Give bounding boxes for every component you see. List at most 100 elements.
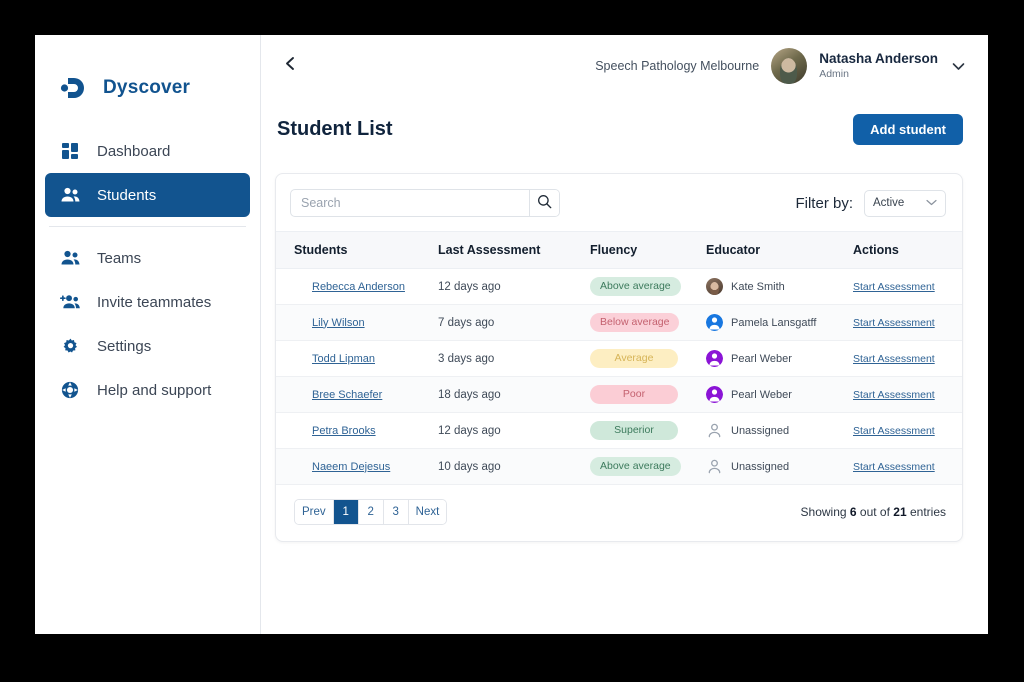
sidebar-item-label: Students xyxy=(97,186,157,204)
start-assessment-link[interactable]: Start Assessment xyxy=(853,281,935,293)
filter-selected-value: Active xyxy=(873,197,905,209)
filter-select[interactable]: Active xyxy=(864,189,946,217)
table-row: Todd Lipman 3 days ago Average Pearl Weber S… xyxy=(276,340,962,377)
table-header-row: Students Last Assessment Fluency Educato… xyxy=(276,231,962,269)
sidebar-item-label: Settings xyxy=(97,337,152,355)
table-row: Petra Brooks 12 days ago Superior Unassigne… xyxy=(276,412,962,449)
cell-fluency: Below average xyxy=(590,304,706,341)
cell-last-assessment: 12 days ago xyxy=(438,412,590,449)
educator-avatar xyxy=(706,314,723,331)
pagination-page-3[interactable]: 3 xyxy=(383,500,409,524)
educator-name: Pearl Weber xyxy=(731,352,792,365)
student-name-link[interactable]: Todd Lipman xyxy=(294,353,375,365)
cell-actions: Start Assessment xyxy=(853,412,962,449)
search-button[interactable] xyxy=(529,190,559,216)
pagination-page-1[interactable]: 1 xyxy=(333,500,359,524)
start-assessment-link[interactable]: Start Assessment xyxy=(853,461,935,473)
user-role: Admin xyxy=(819,67,849,80)
cell-last-assessment: 12 days ago xyxy=(438,268,590,305)
sidebar-item-teams[interactable]: Teams xyxy=(45,236,250,280)
people-icon xyxy=(60,185,80,205)
page-header: Student List Add student xyxy=(261,97,988,153)
student-name-link[interactable]: Bree Schaefer xyxy=(294,389,382,401)
educator-avatar xyxy=(706,350,723,367)
cell-student: Rebecca Anderson xyxy=(276,268,438,305)
fluency-badge: Poor xyxy=(590,385,678,404)
back-button[interactable] xyxy=(275,51,305,81)
topbar: Speech Pathology Melbourne Natasha Ander… xyxy=(261,35,988,97)
search-input[interactable] xyxy=(291,190,529,216)
cell-educator: Pearl Weber xyxy=(706,340,853,377)
brand-name: Dyscover xyxy=(103,77,191,98)
start-assessment-link[interactable]: Start Assessment xyxy=(853,317,935,329)
sidebar-item-dashboard[interactable]: Dashboard xyxy=(45,129,250,173)
sidebar-item-label: Teams xyxy=(97,249,142,267)
cell-last-assessment: 18 days ago xyxy=(438,376,590,413)
gear-icon xyxy=(60,336,80,356)
student-list-card: Filter by: Active Students xyxy=(275,173,963,542)
column-header-actions[interactable]: Actions xyxy=(853,231,962,269)
pagination-row: Prev 1 2 3 Next Showing 6 out of 21 entr… xyxy=(276,485,962,541)
column-header-last-assessment[interactable]: Last Assessment xyxy=(438,231,590,269)
sidebar-item-label: Dashboard xyxy=(97,142,171,160)
pagination-prev[interactable]: Prev xyxy=(295,500,334,524)
cell-educator: Unassigned xyxy=(706,448,853,485)
cell-student: Lily Wilson xyxy=(276,304,438,341)
cell-actions: Start Assessment xyxy=(853,376,962,413)
cell-last-assessment: 10 days ago xyxy=(438,448,590,485)
fluency-badge: Superior xyxy=(590,421,678,440)
cell-last-assessment: 7 days ago xyxy=(438,304,590,341)
main-content: Speech Pathology Melbourne Natasha Ander… xyxy=(261,35,988,634)
start-assessment-link[interactable]: Start Assessment xyxy=(853,389,935,401)
table-row: Bree Schaefer 18 days ago Poor Pearl Weber S… xyxy=(276,376,962,413)
chevron-down-icon[interactable] xyxy=(950,58,966,74)
pagination-next[interactable]: Next xyxy=(408,500,447,524)
pagination-page-2[interactable]: 2 xyxy=(358,500,384,524)
team-icon xyxy=(60,248,80,268)
sidebar-item-settings[interactable]: Settings xyxy=(45,324,250,368)
student-name-link[interactable]: Lily Wilson xyxy=(294,317,365,329)
sidebar-divider xyxy=(49,226,246,227)
showing-prefix: Showing xyxy=(800,505,850,519)
add-student-button[interactable]: Add student xyxy=(853,113,963,145)
user-name: Natasha Anderson xyxy=(819,51,938,67)
showing-entries: Showing 6 out of 21 entries xyxy=(801,505,946,519)
cell-actions: Start Assessment xyxy=(853,448,962,485)
start-assessment-link[interactable]: Start Assessment xyxy=(853,425,935,437)
cell-student: Bree Schaefer xyxy=(276,376,438,413)
sidebar-item-students[interactable]: Students xyxy=(45,173,250,217)
user-block[interactable]: Natasha Anderson Admin xyxy=(819,51,938,80)
sidebar-item-label: Help and support xyxy=(97,381,212,399)
page-title: Student List xyxy=(277,117,393,140)
start-assessment-link[interactable]: Start Assessment xyxy=(853,353,935,365)
educator-name: Pamela Lansgatff xyxy=(731,316,817,329)
brand: Dyscover xyxy=(35,35,260,113)
cell-actions: Start Assessment xyxy=(853,340,962,377)
column-header-educator[interactable]: Educator xyxy=(706,231,853,269)
sidebar-item-invite-teammates[interactable]: Invite teammates xyxy=(45,280,250,324)
column-header-fluency[interactable]: Fluency xyxy=(590,231,706,269)
student-name-link[interactable]: Naeem Dejesus xyxy=(294,461,390,473)
dashboard-icon xyxy=(60,141,80,161)
student-name-link[interactable]: Petra Brooks xyxy=(294,425,376,437)
app-window: Dyscover Dashboard Students Teams Invite… xyxy=(35,35,988,634)
search-icon xyxy=(537,194,552,212)
fluency-badge: Above average xyxy=(590,457,681,476)
sidebar-nav: Dashboard Students Teams Invite teammate… xyxy=(35,129,260,412)
sidebar-item-help-and-support[interactable]: Help and support xyxy=(45,368,250,412)
student-name-link[interactable]: Rebecca Anderson xyxy=(294,281,405,293)
educator-name: Kate Smith xyxy=(731,280,785,293)
person-add-icon xyxy=(60,292,80,312)
cell-student: Todd Lipman xyxy=(276,340,438,377)
showing-mid: out of xyxy=(856,505,894,519)
fluency-badge: Above average xyxy=(590,277,681,296)
student-table: Students Last Assessment Fluency Educato… xyxy=(276,231,962,485)
sidebar-item-label: Invite teammates xyxy=(97,293,212,311)
educator-avatar xyxy=(706,386,723,403)
pagination: Prev 1 2 3 Next xyxy=(294,499,448,525)
cell-student: Naeem Dejesus xyxy=(276,448,438,485)
column-header-students[interactable]: Students xyxy=(276,231,438,269)
organisation-name: Speech Pathology Melbourne xyxy=(595,59,760,73)
cell-fluency: Poor xyxy=(590,376,706,413)
showing-total: 21 xyxy=(893,505,907,519)
